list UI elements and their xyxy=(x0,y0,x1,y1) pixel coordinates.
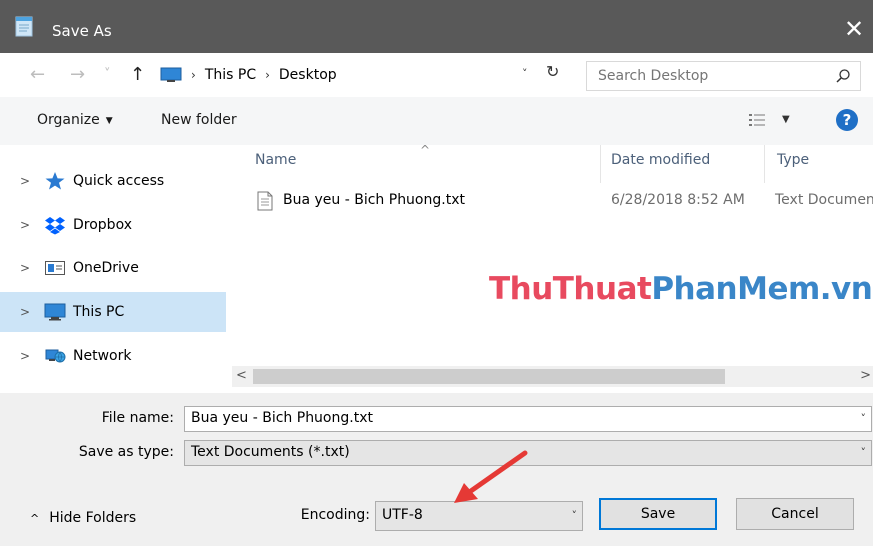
notepad-icon xyxy=(15,16,33,37)
save-as-type-select[interactable]: Text Documents (*.txt) ˅ xyxy=(184,440,872,466)
nav-item-label: Network xyxy=(73,348,132,364)
back-button[interactable]: ← xyxy=(30,65,45,85)
breadcrumb-separator: › xyxy=(265,68,270,82)
cancel-button[interactable]: Cancel xyxy=(736,498,854,530)
address-bar-row: ← → ˅ ↑ › This PC › Desktop ˅ ↻ xyxy=(0,53,873,97)
watermark-part-2: PhanMem.vn xyxy=(651,271,873,307)
horizontal-scrollbar[interactable]: < > xyxy=(232,366,873,387)
chevron-right-icon[interactable]: > xyxy=(20,261,30,275)
title-bar: Save As ✕ xyxy=(0,0,873,53)
encoding-select[interactable]: UTF-8 ˅ xyxy=(375,501,583,531)
onedrive-icon xyxy=(45,261,65,275)
column-divider[interactable] xyxy=(600,145,601,183)
breadcrumb-separator: › xyxy=(191,68,196,82)
watermark-logo: ThuThuatPhanMem.vn xyxy=(489,271,873,307)
save-button[interactable]: Save xyxy=(599,498,717,530)
file-name-value[interactable]: Bua yeu - Bich Phuong.txt xyxy=(191,410,373,426)
column-header-type[interactable]: Type xyxy=(777,152,809,168)
file-name-combobox[interactable]: Bua yeu - Bich Phuong.txt ˅ xyxy=(184,406,872,432)
scroll-left-icon[interactable]: < xyxy=(236,368,247,383)
hide-folders-label: Hide Folders xyxy=(49,510,137,526)
navigation-pane: > Quick access > Dropbox > OneDrive > Th… xyxy=(0,145,230,393)
nav-item-quick-access[interactable]: > Quick access xyxy=(0,161,226,201)
search-icon[interactable] xyxy=(835,68,851,84)
file-date-modified: 6/28/2018 8:52 AM xyxy=(611,192,745,208)
file-name: Bua yeu - Bich Phuong.txt xyxy=(283,192,465,208)
chevron-right-icon[interactable]: > xyxy=(20,174,30,188)
address-dropdown-button[interactable]: ˅ xyxy=(522,67,528,80)
dropbox-icon xyxy=(45,217,65,235)
up-button[interactable]: ↑ xyxy=(130,65,145,85)
column-header-name[interactable]: Name xyxy=(255,152,296,168)
close-button[interactable]: ✕ xyxy=(835,10,873,48)
file-list: ^ Name Date modified Type Bua yeu - Bich… xyxy=(232,145,873,393)
save-options-panel: File name: Bua yeu - Bich Phuong.txt ˅ S… xyxy=(0,393,873,546)
nav-item-this-pc[interactable]: > This PC xyxy=(0,292,226,332)
view-details-icon[interactable] xyxy=(748,112,766,128)
refresh-button[interactable]: ↻ xyxy=(546,62,559,81)
search-input[interactable] xyxy=(587,62,827,90)
help-icon: ? xyxy=(842,111,852,129)
computer-icon xyxy=(160,67,182,82)
column-divider[interactable] xyxy=(764,145,765,183)
file-name-label: File name: xyxy=(101,410,174,426)
nav-item-label: Quick access xyxy=(73,173,165,189)
organize-button[interactable]: Organize ▼ xyxy=(37,112,113,128)
close-icon: ✕ xyxy=(843,15,865,43)
nav-item-label: OneDrive xyxy=(73,260,139,276)
nav-item-label: This PC xyxy=(73,304,125,320)
encoding-label: Encoding: xyxy=(300,507,370,523)
window-title: Save As xyxy=(52,22,112,40)
new-folder-button[interactable]: New folder xyxy=(161,112,237,128)
search-box[interactable] xyxy=(586,61,861,91)
file-type: Text Documen xyxy=(775,192,873,208)
column-header-date-modified[interactable]: Date modified xyxy=(611,152,710,168)
chevron-down-icon[interactable]: ˅ xyxy=(572,509,578,522)
chevron-down-icon[interactable]: ˅ xyxy=(861,446,867,459)
address-box[interactable]: › This PC › Desktop xyxy=(155,61,572,89)
chevron-right-icon[interactable]: > xyxy=(20,218,30,232)
hide-folders-button[interactable]: ^ Hide Folders xyxy=(30,510,136,526)
chevron-right-icon[interactable]: > xyxy=(20,305,30,319)
organize-label: Organize xyxy=(37,112,100,128)
chevron-right-icon[interactable]: > xyxy=(20,349,30,363)
nav-item-onedrive[interactable]: > OneDrive xyxy=(0,248,226,288)
breadcrumb-desktop[interactable]: Desktop xyxy=(279,67,337,83)
computer-icon xyxy=(44,303,66,321)
chevron-down-icon: ▼ xyxy=(105,116,113,126)
star-icon xyxy=(45,172,65,190)
view-dropdown-button[interactable]: ▼ xyxy=(782,114,790,125)
watermark-part-1: ThuThuat xyxy=(489,271,652,307)
nav-item-label: Dropbox xyxy=(73,217,132,233)
forward-button[interactable]: → xyxy=(70,65,85,85)
network-icon xyxy=(45,349,66,363)
encoding-value: UTF-8 xyxy=(382,507,423,523)
nav-item-dropbox[interactable]: > Dropbox xyxy=(0,205,226,245)
scroll-right-icon[interactable]: > xyxy=(860,368,871,383)
save-as-type-value: Text Documents (*.txt) xyxy=(191,444,350,460)
command-bar: Organize ▼ New folder ▼ ? xyxy=(0,97,873,145)
text-file-icon xyxy=(257,191,273,211)
sort-ascending-icon: ^ xyxy=(420,145,431,157)
breadcrumb-this-pc[interactable]: This PC xyxy=(205,67,256,83)
scrollbar-thumb[interactable] xyxy=(253,369,725,384)
save-as-type-label: Save as type: xyxy=(78,444,174,460)
nav-item-network[interactable]: > Network xyxy=(0,336,226,376)
chevron-up-icon: ^ xyxy=(30,511,40,525)
chevron-down-icon[interactable]: ˅ xyxy=(861,412,867,425)
file-row[interactable]: Bua yeu - Bich Phuong.txt 6/28/2018 8:52… xyxy=(232,185,873,215)
recent-locations-button[interactable]: ˅ xyxy=(104,65,111,85)
help-button[interactable]: ? xyxy=(836,109,858,131)
